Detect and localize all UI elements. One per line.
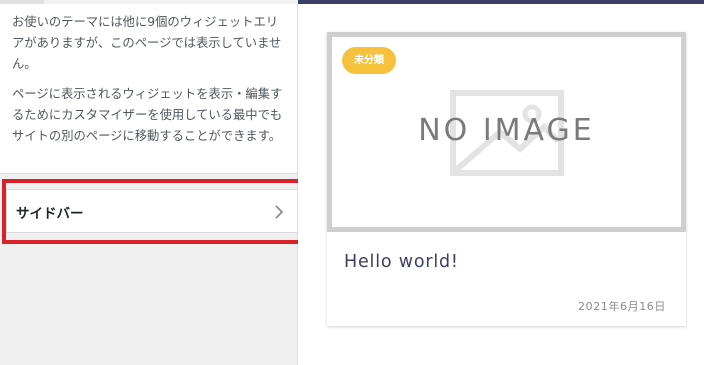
sidebar-section-label: サイドバー xyxy=(16,206,84,222)
widget-areas-notice: お使いのテーマには他に9個のウィジェットエリアがありますが、このページでは表示し… xyxy=(0,4,297,174)
site-header-bar xyxy=(298,0,704,4)
notice-text-1: お使いのテーマには他に9個のウィジェットエリアがありますが、このページでは表示し… xyxy=(12,15,282,71)
customizer-panel: お使いのテーマには他に9個のウィジェットエリアがありますが、このページでは表示し… xyxy=(0,0,298,365)
category-badge[interactable]: 未分類 xyxy=(342,47,396,74)
no-image-text: NO IMAGE xyxy=(418,113,595,148)
chevron-right-icon xyxy=(275,205,284,219)
site-preview: 未分類 NO IMAGE Hello world! 2021年6月16日 xyxy=(298,0,704,365)
notice-text-2: ページに表示されるウィジェットを表示・編集するためにカスタマイザーを使用している… xyxy=(12,87,283,143)
post-card[interactable]: 未分類 NO IMAGE Hello world! 2021年6月16日 xyxy=(327,32,686,326)
post-title-link[interactable]: Hello world! xyxy=(344,252,459,272)
post-date: 2021年6月16日 xyxy=(578,300,666,313)
sidebar-section-item[interactable]: サイドバー xyxy=(6,189,297,233)
post-thumbnail[interactable]: 未分類 NO IMAGE xyxy=(327,32,686,232)
